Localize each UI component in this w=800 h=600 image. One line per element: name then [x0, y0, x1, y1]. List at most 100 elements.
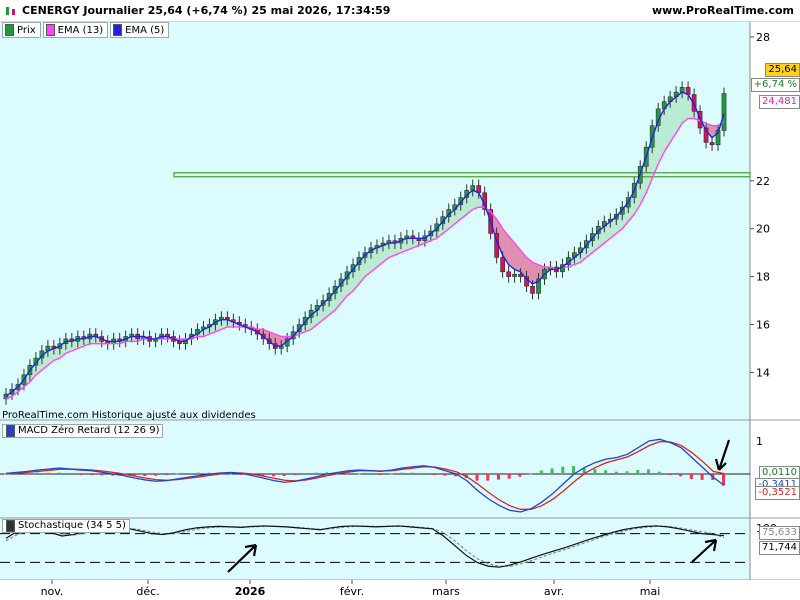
stoch-panel-label[interactable]: Stochastique (34 5 5)	[2, 519, 130, 533]
macd-histogram-bar	[100, 474, 104, 476]
y-tick-label: 28	[756, 31, 770, 44]
y-tick-label: 22	[756, 175, 770, 188]
macd-histogram-bar	[421, 473, 425, 475]
y-tick-label: 16	[756, 319, 770, 332]
macd-histogram-bar	[486, 474, 490, 481]
macd-swatch-icon	[6, 425, 15, 437]
candlestick-icon	[6, 7, 15, 15]
macd-tick-label: 1	[756, 435, 763, 448]
ema13-tag: 24,481	[759, 95, 800, 109]
macd-label: MACD Zéro Retard (12 26 9)	[18, 425, 160, 436]
stoch-swatch-icon	[6, 520, 15, 532]
macd-histogram-bar	[79, 474, 83, 475]
legend-item-prix[interactable]: Prix	[2, 22, 41, 38]
plot-background	[0, 21, 750, 580]
macd-histogram-bar	[604, 470, 608, 474]
brand-link[interactable]: www.ProRealTime.com	[652, 4, 794, 17]
macd-histogram-bar	[646, 469, 650, 474]
macd-histogram-bar	[282, 474, 286, 476]
last-price-tag: 25,64	[765, 63, 800, 77]
macd-histogram-bar	[271, 474, 275, 477]
macd-histogram-bar	[379, 474, 383, 475]
macd-histogram-bar	[314, 472, 318, 474]
blue-swatch-icon	[113, 24, 123, 36]
candle-body	[506, 271, 511, 277]
macd-histogram-bar	[679, 474, 683, 477]
chart-title: CENERGY Journalier 25,64 (+6,74 %) 25 ma…	[22, 4, 391, 17]
macd-hist-tag: -0,3521	[755, 486, 800, 500]
macd-histogram-bar	[411, 472, 415, 474]
macd-histogram-bar	[475, 474, 479, 481]
macd-histogram-bar	[389, 473, 393, 475]
legend-item-ema5[interactable]: EMA (5)	[110, 22, 170, 38]
macd-histogram-bar	[657, 471, 661, 474]
macd-histogram-bar	[518, 474, 522, 477]
macd-histogram-bar	[700, 474, 704, 480]
macd-histogram-bar	[239, 474, 243, 475]
macd-histogram-bar	[368, 474, 372, 475]
green-swatch-icon	[5, 24, 14, 36]
macd-histogram-bar	[293, 474, 297, 475]
macd-histogram-bar	[432, 474, 436, 475]
chart-window: { "header": { "title": "CENERGY Journali…	[0, 0, 800, 600]
x-tick-label: mai	[640, 585, 661, 598]
macd-histogram-bar	[443, 474, 447, 476]
macd-histogram-bar	[68, 474, 72, 475]
stoch-label: Stochastique (34 5 5)	[18, 520, 126, 531]
candle-body	[709, 142, 715, 146]
macd-histogram-bar	[25, 473, 29, 475]
x-tick-label: déc.	[136, 585, 159, 598]
macd-histogram-bar	[561, 466, 565, 474]
chart-canvas: 1416182022281100nov.déc.2026févr.marsavr…	[0, 21, 800, 600]
macd-histogram-bar	[186, 473, 190, 475]
x-axis-background	[0, 580, 800, 600]
macd-histogram-bar	[164, 474, 168, 475]
title-bar: CENERGY Journalier 25,64 (+6,74 %) 25 ma…	[0, 0, 800, 22]
macd-histogram-bar	[175, 473, 179, 475]
y-tick-label: 14	[756, 366, 770, 379]
macd-histogram-bar	[625, 471, 629, 474]
macd-histogram-bar	[46, 472, 50, 474]
price-legend: Prix EMA (13) EMA (5)	[2, 22, 170, 38]
magenta-swatch-icon	[45, 24, 55, 36]
macd-histogram-bar	[400, 472, 404, 474]
legend-label: Prix	[17, 24, 36, 36]
macd-histogram-bar	[689, 474, 693, 479]
macd-histogram-bar	[196, 472, 200, 474]
stoch-k-tag: 75,633	[759, 526, 800, 540]
x-tick-label: févr.	[340, 585, 364, 598]
legend-label: EMA (5)	[125, 24, 165, 36]
candle-body	[530, 285, 535, 294]
macd-histogram-bar	[143, 474, 147, 476]
macd-histogram-bar	[89, 474, 93, 475]
macd-histogram-bar	[529, 473, 533, 475]
macd-histogram-bar	[57, 472, 61, 474]
macd-histogram-bar	[614, 471, 618, 474]
candle-body	[500, 257, 505, 273]
x-tick-label: avr.	[544, 585, 564, 598]
legend-item-ema13[interactable]: EMA (13)	[42, 22, 109, 38]
candle-body	[721, 93, 727, 131]
macd-histogram-bar	[304, 473, 308, 475]
macd-histogram-bar	[357, 473, 361, 475]
macd-histogram-bar	[636, 470, 640, 474]
macd-histogram-bar	[36, 472, 40, 474]
change-tag: +6,74 %	[750, 78, 800, 92]
x-tick-label: mars	[432, 585, 460, 598]
legend-label: EMA (13)	[57, 24, 104, 36]
macd-panel-label[interactable]: MACD Zéro Retard (12 26 9)	[2, 424, 164, 438]
macd-histogram-bar	[550, 468, 554, 474]
data-source-note: ProRealTime.com Historique ajusté aux di…	[2, 410, 256, 421]
stoch-d-tag: 71,744	[759, 541, 800, 555]
y-tick-label: 20	[756, 223, 770, 236]
x-tick-label: nov.	[41, 585, 64, 598]
macd-histogram-bar	[593, 469, 597, 474]
macd-histogram-bar	[539, 470, 543, 474]
macd-histogram-bar	[496, 474, 500, 480]
y-tick-label: 18	[756, 271, 770, 284]
macd-histogram-bar	[668, 474, 672, 475]
x-tick-label: 2026	[235, 585, 266, 598]
candle-body	[512, 273, 517, 277]
macd-histogram-bar	[507, 474, 511, 479]
macd-histogram-bar	[154, 474, 158, 476]
